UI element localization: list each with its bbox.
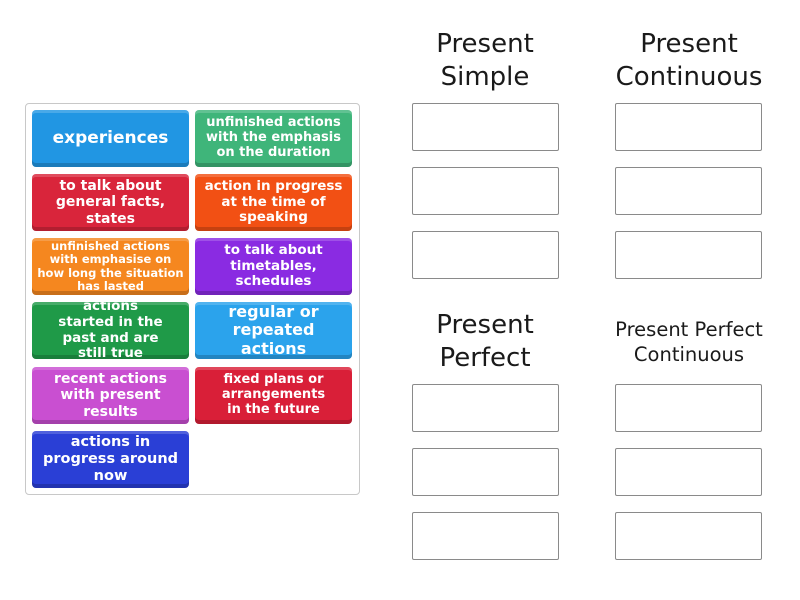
drop-slot-present-simple-1[interactable]: [412, 103, 559, 151]
drop-slot-present-perfect-continuous-1[interactable]: [615, 384, 762, 432]
tile-recent-actions[interactable]: recent actions with present results: [32, 367, 189, 424]
drop-slot-present-perfect-continuous-2[interactable]: [615, 448, 762, 496]
tile-general-facts[interactable]: to talk about general facts, states: [32, 174, 189, 231]
tile-progress-around-now[interactable]: actions in progress around now: [32, 431, 189, 488]
tile-started-past-still-true[interactable]: actions started in the past and are stil…: [32, 299, 189, 361]
tile-experiences[interactable]: experiences: [32, 110, 189, 167]
drop-slot-present-perfect-1[interactable]: [412, 384, 559, 432]
drop-slot-present-simple-3[interactable]: [412, 231, 559, 279]
drop-slot-present-continuous-1[interactable]: [615, 103, 762, 151]
drop-slot-present-simple-2[interactable]: [412, 167, 559, 215]
tile-fixed-plans[interactable]: fixed plans or arrangements in the futur…: [195, 367, 352, 424]
drop-slot-present-perfect-continuous-3[interactable]: [615, 512, 762, 560]
group-title-present-perfect: Present Perfect: [436, 310, 534, 373]
tile-regular-repeated[interactable]: regular or repeated actions: [195, 302, 352, 359]
tile-action-in-progress-speaking[interactable]: action in progress at the time of speaki…: [195, 174, 352, 231]
drop-slot-present-perfect-3[interactable]: [412, 512, 559, 560]
drop-slot-present-continuous-2[interactable]: [615, 167, 762, 215]
tile-unfinished-how-long[interactable]: unfinished actions with emphasise on how…: [32, 238, 189, 295]
tile-unfinished-duration[interactable]: unfinished actions with the emphasis on …: [195, 110, 352, 167]
drop-slot-present-perfect-2[interactable]: [412, 448, 559, 496]
drop-slot-present-continuous-3[interactable]: [615, 231, 762, 279]
group-title-present-perfect-continuous: Present Perfect Continuous: [615, 318, 763, 366]
group-title-present-continuous: Present Continuous: [615, 29, 763, 92]
tile-timetables[interactable]: to talk about timetables, schedules: [195, 238, 352, 295]
group-title-present-simple: Present Simple: [436, 29, 534, 92]
